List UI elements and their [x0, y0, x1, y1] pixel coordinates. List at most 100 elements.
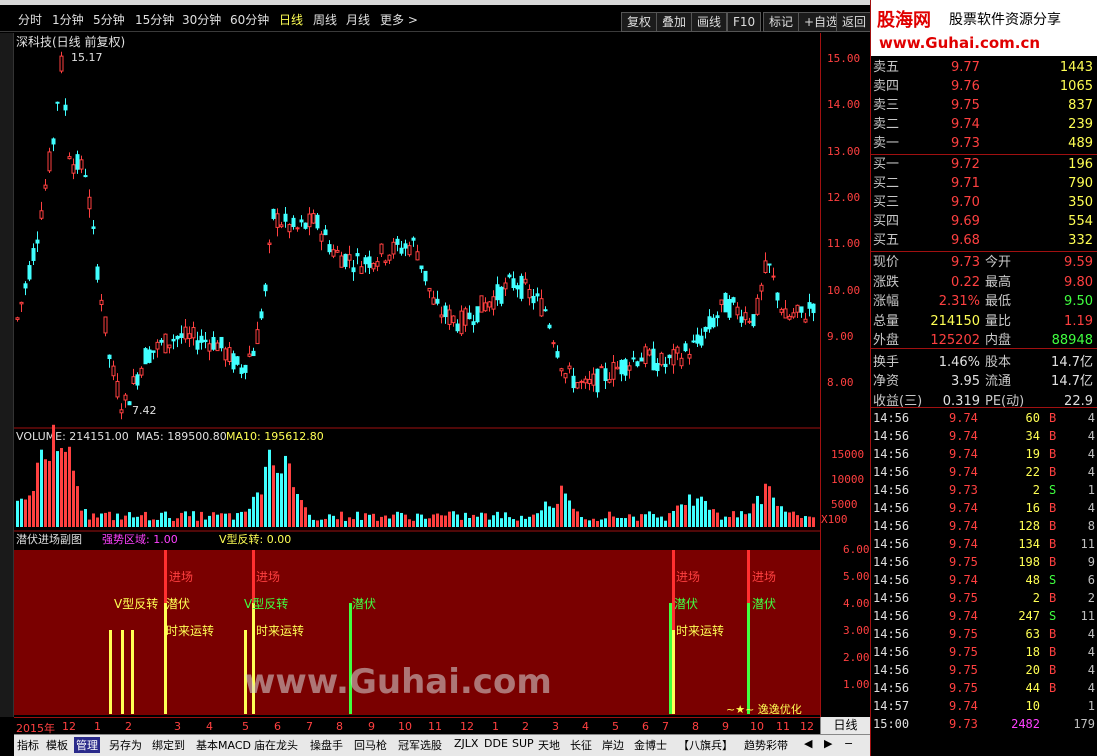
f10-button[interactable]: F10 [727, 12, 762, 32]
volume-bar [528, 516, 531, 527]
candle-body [791, 312, 796, 318]
candle-body [547, 324, 552, 329]
candle-body [339, 255, 344, 268]
candle-body [519, 275, 524, 299]
candle-body [419, 265, 424, 270]
tick-volume: 16 [1025, 501, 1040, 515]
period-daily[interactable]: 日线 [279, 11, 303, 28]
tab-scroll-right-icon[interactable]: ▶ [824, 737, 832, 750]
candle-body [475, 306, 480, 323]
tick-time: 14:56 [873, 591, 910, 605]
candle-body [67, 156, 72, 160]
period-indicator[interactable]: 日线 [820, 717, 870, 734]
period-weekly[interactable]: 周线 [313, 11, 337, 28]
tick-price: 9.74 [949, 699, 978, 713]
candle-body [459, 310, 464, 335]
volume-bar [812, 517, 815, 527]
tick-price: 9.74 [949, 519, 978, 533]
tick-time: 14:56 [873, 573, 910, 587]
overlay-button[interactable]: 叠加 [656, 12, 693, 32]
period-5min[interactable]: 5分钟 [93, 11, 125, 28]
tab-indicator[interactable]: 指标 [17, 737, 39, 753]
candle-body [251, 350, 256, 357]
quote-panel: 股海网 股票软件资源分享 www.Guhai.com.cn 卖五 9.77 1443… [870, 0, 1097, 756]
candle-body [559, 368, 564, 372]
tick-volume: 48 [1025, 573, 1040, 587]
tick-volume: 2482 [1011, 717, 1040, 731]
tab-trader[interactable]: 操盘手 [310, 737, 343, 753]
candle-body [219, 336, 224, 349]
candle-body [203, 339, 208, 343]
price-tick: 15.00 [827, 52, 861, 65]
tab-bind-to[interactable]: 绑定到 [152, 737, 185, 753]
tab-baqibing[interactable]: 【八旗兵】 [678, 737, 733, 753]
volume-bar [336, 519, 339, 527]
volume-bar [268, 449, 271, 527]
tab-save-as[interactable]: 另存为 [109, 737, 142, 753]
candle-body [595, 368, 600, 393]
tab-dde[interactable]: DDE [484, 737, 508, 750]
candle-body [83, 175, 88, 178]
volume-bar [116, 513, 119, 527]
restore-rights-button[interactable]: 复权 [621, 12, 658, 32]
back-button[interactable]: 返回 [836, 12, 873, 32]
period-more[interactable]: 更多 > [380, 11, 418, 28]
candle-body [391, 241, 396, 255]
tab-trend-ribbon[interactable]: 趋势彩带 [744, 737, 788, 753]
volume-bar [808, 516, 811, 527]
volume-bar [772, 497, 775, 527]
tab-basic-macd[interactable]: 基本MACD [196, 737, 251, 753]
tab-champion[interactable]: 冠军选股 [398, 737, 442, 753]
candle-body [651, 348, 656, 371]
candle-body [255, 329, 260, 345]
volume-bar [104, 512, 107, 527]
mark-button[interactable]: 标记 [763, 12, 800, 32]
volume-bar [576, 511, 579, 527]
period-monthly[interactable]: 月线 [346, 11, 370, 28]
tab-sup[interactable]: SUP [512, 737, 534, 750]
volume-bar [404, 514, 407, 527]
draw-line-button[interactable]: 画线 [691, 12, 728, 32]
volume-bar [524, 518, 527, 527]
candle-body [35, 239, 40, 244]
period-15min[interactable]: 15分钟 [135, 11, 174, 28]
tab-template[interactable]: 模板 [46, 737, 68, 753]
tab-jinboshi[interactable]: 金博士 [634, 737, 667, 753]
candle-body [783, 308, 788, 319]
tick-direction: B [1049, 627, 1057, 641]
volume-bar [376, 520, 379, 527]
volume-bar [780, 506, 783, 527]
tab-manage[interactable]: 管理 [74, 737, 100, 753]
tab-horse-spear[interactable]: 回马枪 [354, 737, 387, 753]
tab-zjlx[interactable]: ZJLX [454, 737, 478, 750]
tab-scroll-left-icon[interactable]: ◀ [804, 737, 812, 750]
volume-bar [244, 511, 247, 527]
zoom-out-icon[interactable]: − [844, 737, 853, 750]
candle-body [123, 394, 128, 401]
tab-changzheng[interactable]: 长征 [570, 737, 592, 753]
tab-dragon-head[interactable]: 庙在龙头 [254, 737, 298, 753]
volume-bar [680, 504, 683, 527]
volume-bar [108, 511, 111, 527]
ad-banner[interactable]: 股海网 股票软件资源分享 www.Guhai.com.cn [871, 0, 1097, 56]
left-scrollbar[interactable] [0, 33, 14, 717]
kline-chart-area[interactable]: 深科技(日线 前复权) 15.17 7.42 VOLUME: 214151.00… [14, 33, 820, 717]
volume-bar [120, 519, 123, 527]
date-label: 11 [776, 720, 790, 733]
volume-bar [188, 516, 191, 527]
period-1min[interactable]: 1分钟 [52, 11, 84, 28]
period-60min[interactable]: 60分钟 [230, 11, 269, 28]
volume-bar [412, 520, 415, 527]
period-30min[interactable]: 30分钟 [182, 11, 221, 28]
tick-count: 4 [1087, 627, 1095, 641]
low-price-label: 7.42 [132, 404, 157, 417]
tab-tiandi[interactable]: 天地 [538, 737, 560, 753]
candle-body [807, 302, 812, 309]
period-fenshi[interactable]: 分时 [18, 11, 42, 28]
volume-bar [300, 500, 303, 527]
candle-body [647, 349, 652, 356]
candle-body [343, 253, 348, 267]
tab-anbian[interactable]: 岸边 [602, 737, 624, 753]
volume-bar [516, 520, 519, 527]
volume-bar [160, 512, 163, 527]
